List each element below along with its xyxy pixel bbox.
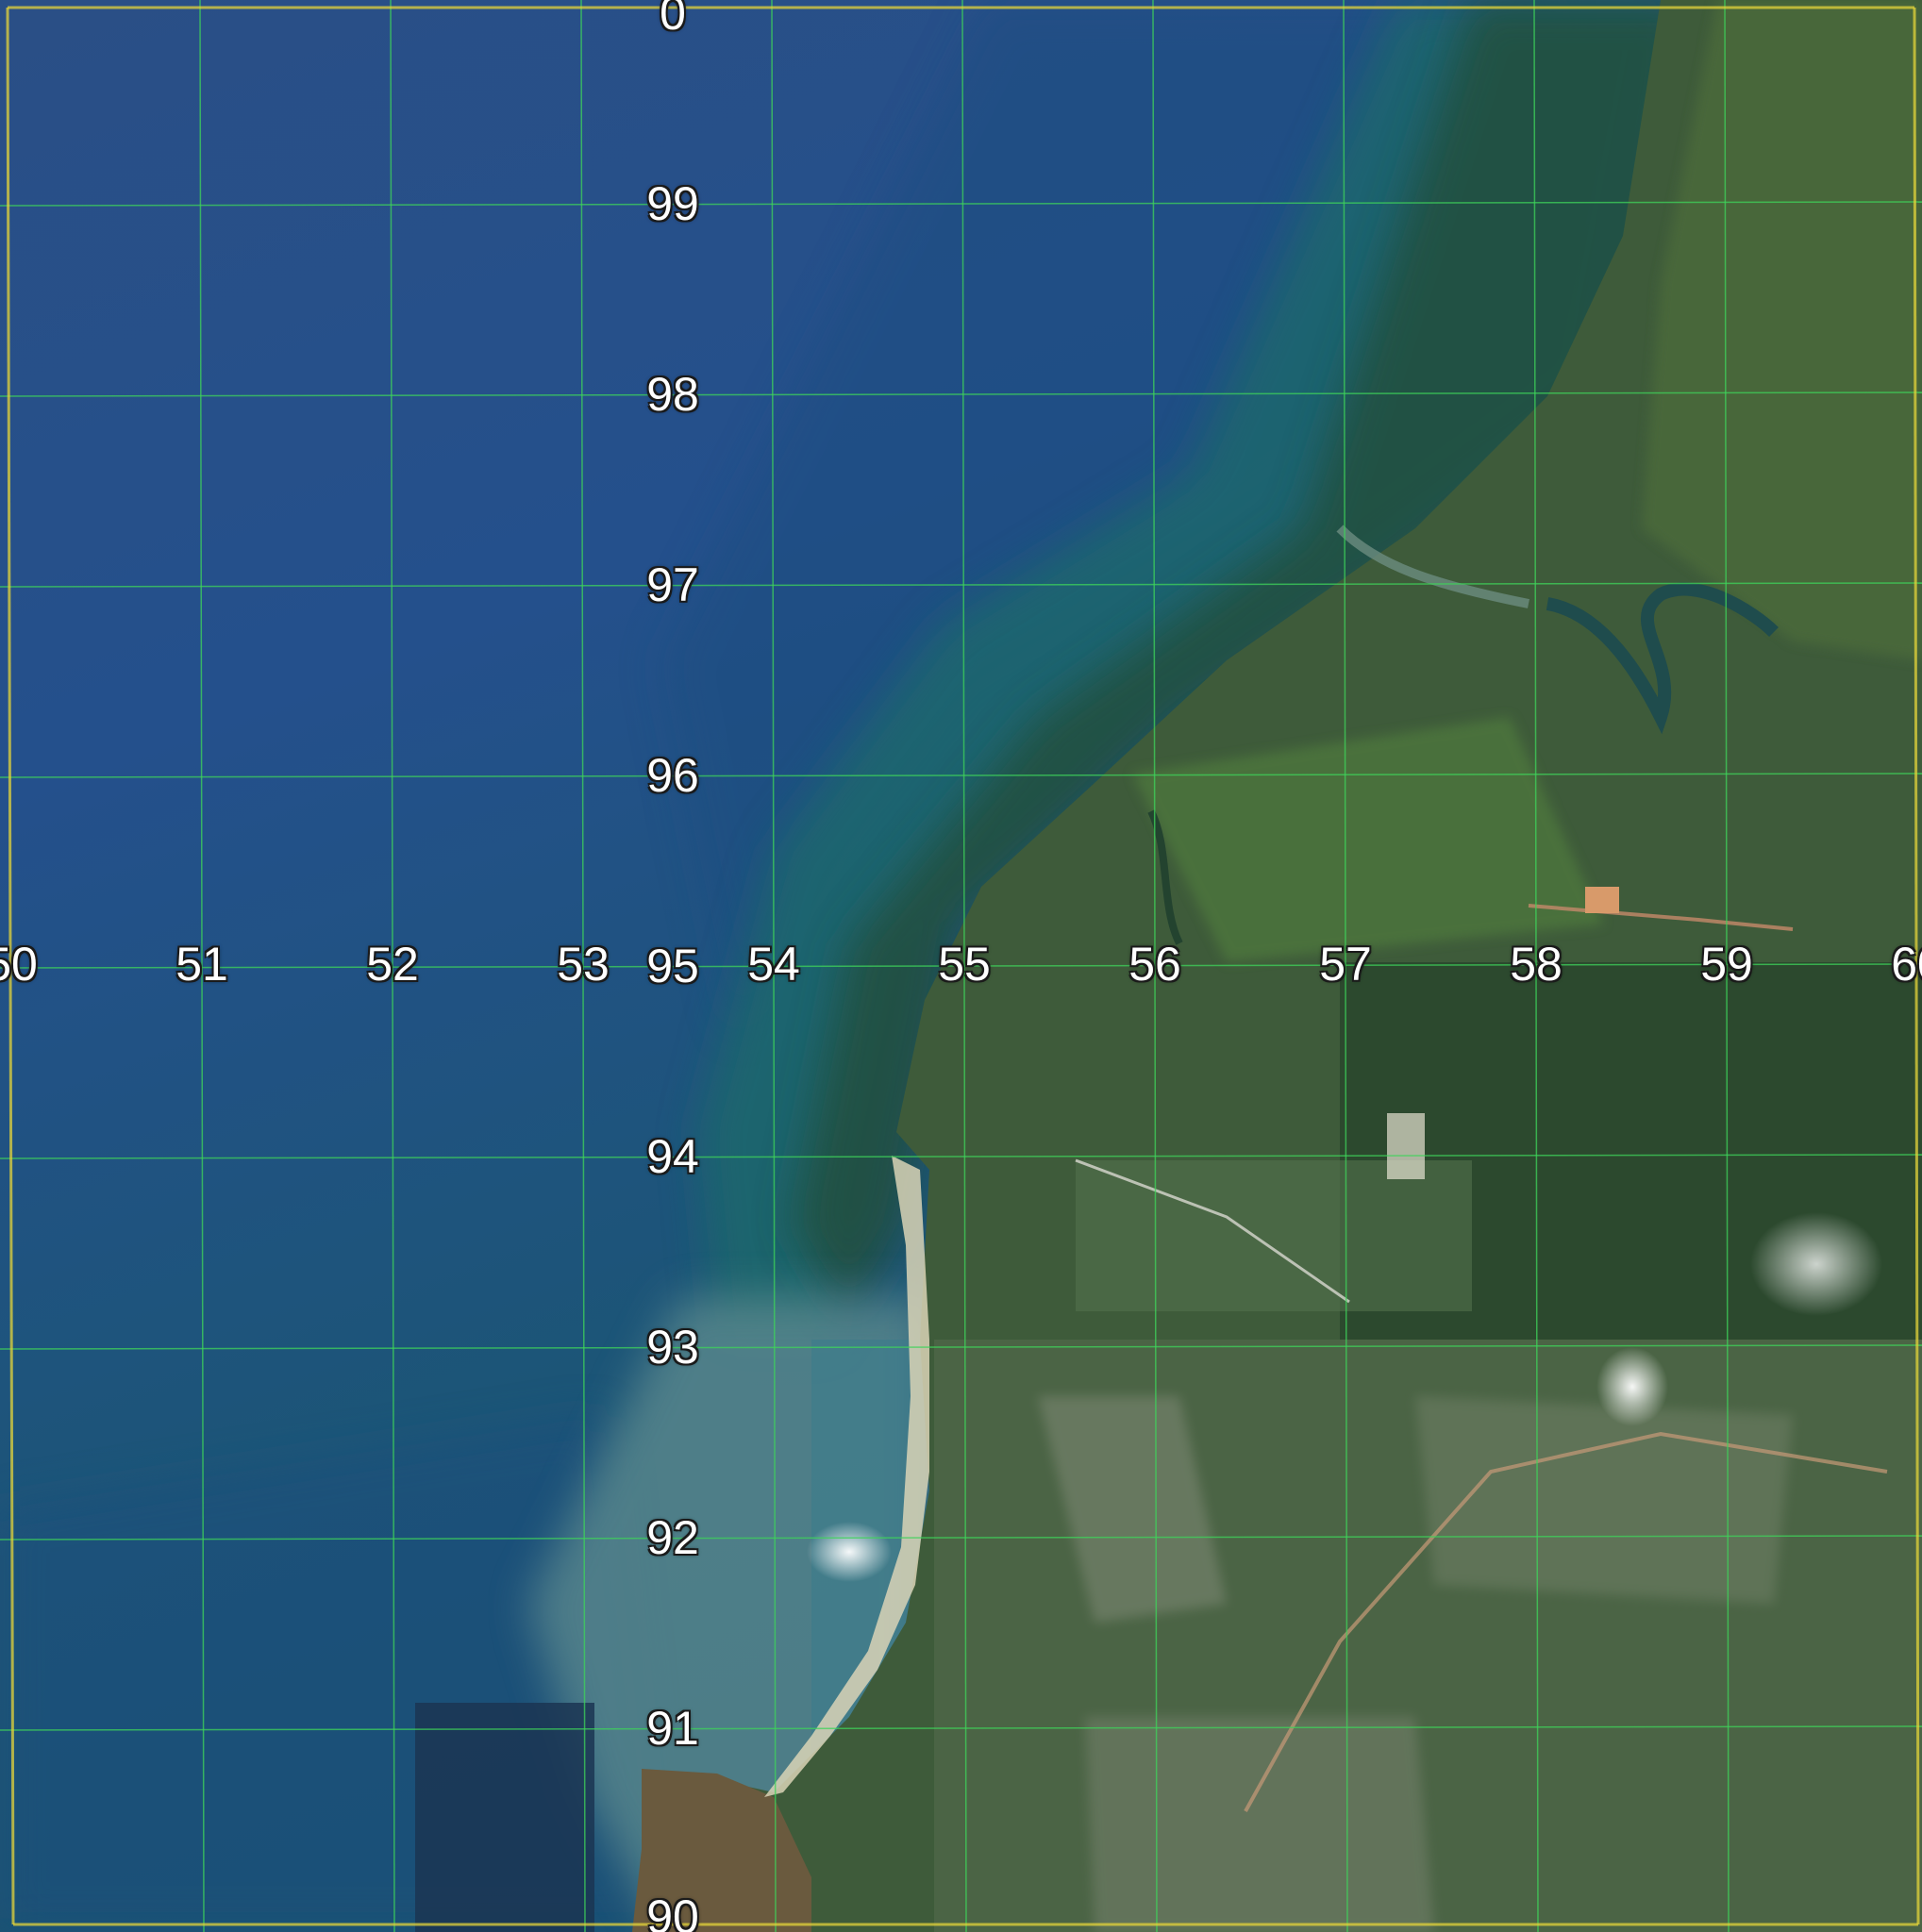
easting-label: 60 (1891, 938, 1922, 991)
northing-label: 96 (646, 749, 699, 802)
grid-line-northing-96 (0, 773, 1922, 778)
northing-label: 99 (646, 177, 699, 230)
grid-line-northing-97 (0, 582, 1922, 588)
easting-label: 55 (938, 938, 991, 991)
northing-label: 93 (646, 1321, 699, 1374)
grid-line-northing-98 (0, 391, 1922, 397)
easting-label: 56 (1128, 938, 1181, 991)
grid-line-northing-94 (0, 1154, 1922, 1159)
grid-line-northing-92 (0, 1535, 1922, 1541)
easting-label: 57 (1319, 938, 1372, 991)
northing-label: 95 (646, 940, 699, 992)
easting-label: 53 (557, 938, 610, 991)
easting-label: 59 (1700, 938, 1753, 991)
northing-label: 92 (646, 1511, 699, 1564)
easting-label: 54 (747, 938, 800, 991)
easting-label: 52 (366, 938, 419, 991)
northing-label: 91 (646, 1702, 699, 1755)
satellite-map[interactable]: 50 51 52 53 54 55 56 57 58 59 60 0 99 98 97 96 95 94 93 92 9… (0, 0, 1922, 1932)
easting-label: 50 (0, 938, 38, 991)
northing-label: 0 (660, 0, 686, 40)
northing-label: 98 (646, 368, 699, 421)
northing-label: 94 (646, 1130, 699, 1183)
grid-line-northing-91 (0, 1725, 1922, 1731)
grid-line-northing-93 (0, 1344, 1922, 1350)
northing-label: 97 (646, 558, 699, 611)
grid-line-northing-99 (0, 201, 1922, 207)
northing-label: 90 (646, 1890, 699, 1932)
easting-label: 51 (175, 938, 228, 991)
easting-label: 58 (1510, 938, 1563, 991)
